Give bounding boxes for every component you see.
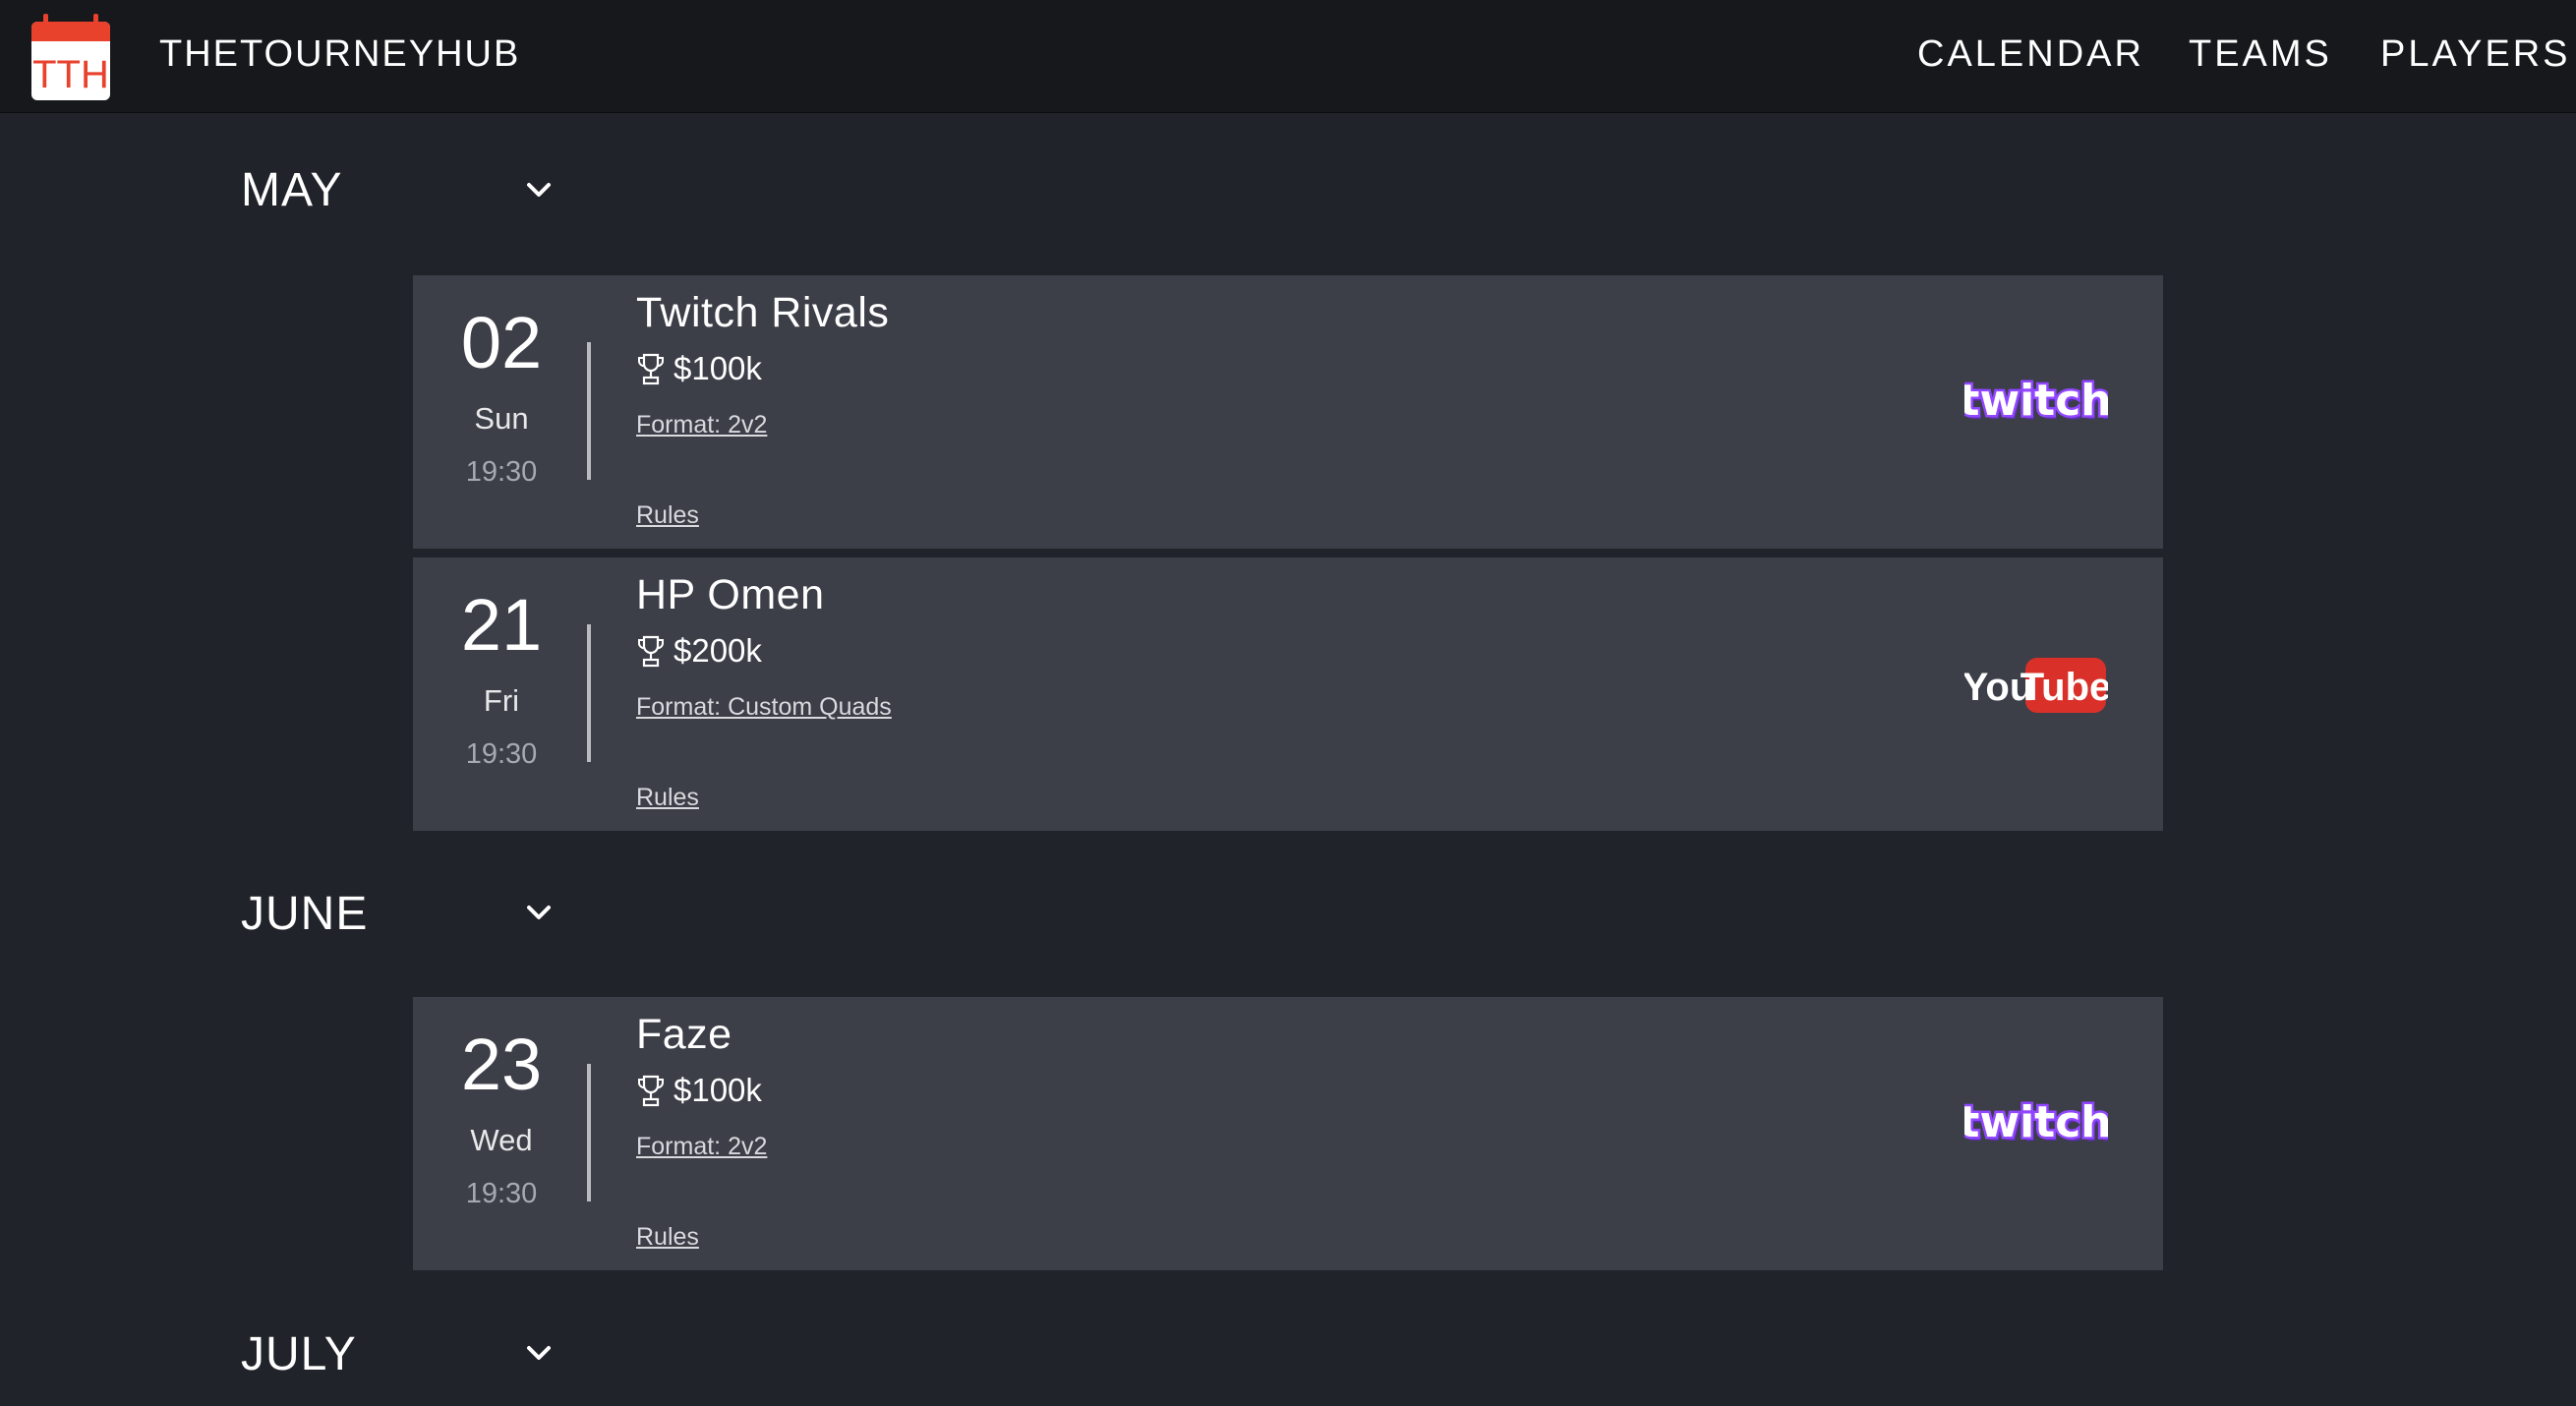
event-weekday: Fri xyxy=(483,683,520,718)
trophy-icon xyxy=(638,1075,664,1107)
trophy-icon xyxy=(638,635,664,668)
twitch-logo-icon[interactable]: twitch twitch xyxy=(1964,1095,2108,1154)
event-weekday: Wed xyxy=(470,1123,533,1157)
logo-text: TTH xyxy=(32,53,109,96)
youtube-logo-icon[interactable]: You Tube xyxy=(1964,656,2108,715)
event-time: 19:30 xyxy=(465,738,538,770)
event-day-number: 23 xyxy=(460,1024,543,1105)
rules-link[interactable]: Rules xyxy=(636,1223,699,1252)
event-card[interactable]: 21 Fri 19:30 HP Omen $200k Format: Custo… xyxy=(413,557,2163,831)
month-heading-june: JUNE xyxy=(241,888,369,940)
event-time: 19:30 xyxy=(465,1178,538,1209)
svg-text:twitch: twitch xyxy=(1964,376,2108,426)
prize-amount: $100k xyxy=(673,1072,762,1108)
card-divider xyxy=(587,342,591,480)
calendar-logo-icon[interactable]: TTH xyxy=(29,12,112,102)
chevron-down-icon[interactable] xyxy=(524,902,554,923)
prize-amount: $100k xyxy=(673,350,762,386)
event-day-number: 02 xyxy=(460,302,543,383)
card-divider xyxy=(587,1064,591,1201)
twitch-logo-icon[interactable]: twitch twitch xyxy=(1964,374,2108,433)
chevron-down-icon[interactable] xyxy=(524,179,554,201)
nav-calendar-link[interactable]: CALENDAR xyxy=(1917,33,2144,76)
format-link[interactable]: Format: Custom Quads xyxy=(636,693,892,722)
event-title[interactable]: Twitch Rivals xyxy=(636,289,889,337)
event-card[interactable]: 23 Wed 19:30 Faze $100k Format: 2v2 Rule… xyxy=(413,997,2163,1270)
event-time: 19:30 xyxy=(465,456,538,488)
rules-link[interactable]: Rules xyxy=(636,784,699,812)
nav-players-link[interactable]: PLAYERS xyxy=(2380,33,2570,76)
brand-name[interactable]: THETOURNEYHUB xyxy=(159,33,520,76)
format-link[interactable]: Format: 2v2 xyxy=(636,411,767,439)
trophy-icon xyxy=(638,353,664,385)
svg-text:Tube: Tube xyxy=(2020,666,2108,709)
chevron-down-icon[interactable] xyxy=(524,1342,554,1364)
card-divider xyxy=(587,624,591,762)
nav-teams-link[interactable]: TEAMS xyxy=(2189,33,2332,76)
rules-link[interactable]: Rules xyxy=(636,501,699,530)
svg-text:twitch: twitch xyxy=(1964,1097,2108,1147)
event-card[interactable]: 02 Sun 19:30 Twitch Rivals $100k Format:… xyxy=(413,275,2163,549)
event-title[interactable]: HP Omen xyxy=(636,571,825,619)
format-link[interactable]: Format: 2v2 xyxy=(636,1133,767,1161)
top-navigation-bar: TTH THETOURNEYHUB CALENDAR TEAMS PLAYERS xyxy=(0,0,2576,113)
event-day-number: 21 xyxy=(460,584,543,666)
prize-amount: $200k xyxy=(673,632,762,669)
event-weekday: Sun xyxy=(474,401,529,436)
month-heading-may: MAY xyxy=(241,164,343,216)
event-title[interactable]: Faze xyxy=(636,1011,732,1059)
month-heading-july: JULY xyxy=(241,1328,357,1380)
